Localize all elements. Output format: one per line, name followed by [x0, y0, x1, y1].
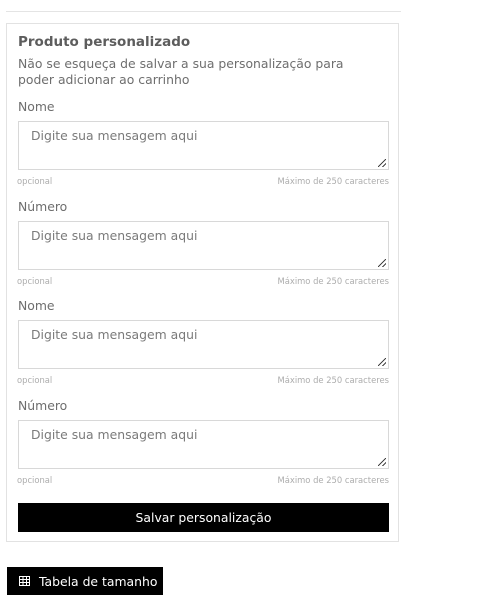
field-meta: opcional Máximo de 250 caracteres — [17, 375, 389, 386]
optional-hint: opcional — [17, 176, 53, 186]
optional-hint: opcional — [17, 475, 53, 485]
message-box — [18, 221, 389, 270]
resize-handle-icon[interactable] — [378, 259, 386, 267]
field-label: Número — [18, 398, 68, 413]
table-icon — [19, 576, 30, 586]
save-customization-button[interactable]: Salvar personalização — [18, 503, 389, 532]
char-limit: Máximo de 250 caracteres — [277, 176, 390, 186]
message-textarea[interactable] — [19, 321, 388, 368]
custom-field-number-1: Número opcional Máximo de 250 caracteres — [17, 199, 389, 287]
message-textarea[interactable] — [19, 421, 388, 468]
char-limit: Máximo de 250 caracteres — [277, 375, 390, 385]
top-divider — [6, 11, 401, 12]
message-box — [18, 320, 389, 369]
field-meta: opcional Máximo de 250 caracteres — [17, 475, 389, 486]
optional-hint: opcional — [17, 276, 53, 286]
custom-field-number-2: Número opcional Máximo de 250 caracteres — [17, 398, 389, 486]
size-table-button[interactable]: Tabela de tamanho — [7, 567, 163, 595]
resize-handle-icon[interactable] — [378, 358, 386, 366]
resize-handle-icon[interactable] — [378, 458, 386, 466]
char-limit: Máximo de 250 caracteres — [277, 475, 390, 485]
field-label: Número — [18, 199, 68, 214]
message-textarea[interactable] — [19, 122, 388, 169]
message-textarea[interactable] — [19, 222, 388, 269]
message-box — [18, 420, 389, 469]
char-limit: Máximo de 250 caracteres — [277, 276, 390, 286]
panel-title: Produto personalizado — [18, 34, 191, 50]
custom-field-name-1: Nome opcional Máximo de 250 caracteres — [17, 99, 389, 187]
size-table-label: Tabela de tamanho — [39, 573, 158, 589]
message-box — [18, 121, 389, 170]
field-meta: opcional Máximo de 250 caracteres — [17, 176, 389, 187]
optional-hint: opcional — [17, 375, 53, 385]
field-meta: opcional Máximo de 250 caracteres — [17, 276, 389, 287]
panel-description: Não se esqueça de salvar a sua personali… — [18, 56, 344, 87]
resize-handle-icon[interactable] — [378, 159, 386, 167]
field-label: Nome — [18, 298, 55, 313]
customization-panel: Produto personalizado Não se esqueça de … — [6, 23, 399, 542]
field-label: Nome — [18, 99, 55, 114]
custom-field-name-2: Nome opcional Máximo de 250 caracteres — [17, 298, 389, 386]
